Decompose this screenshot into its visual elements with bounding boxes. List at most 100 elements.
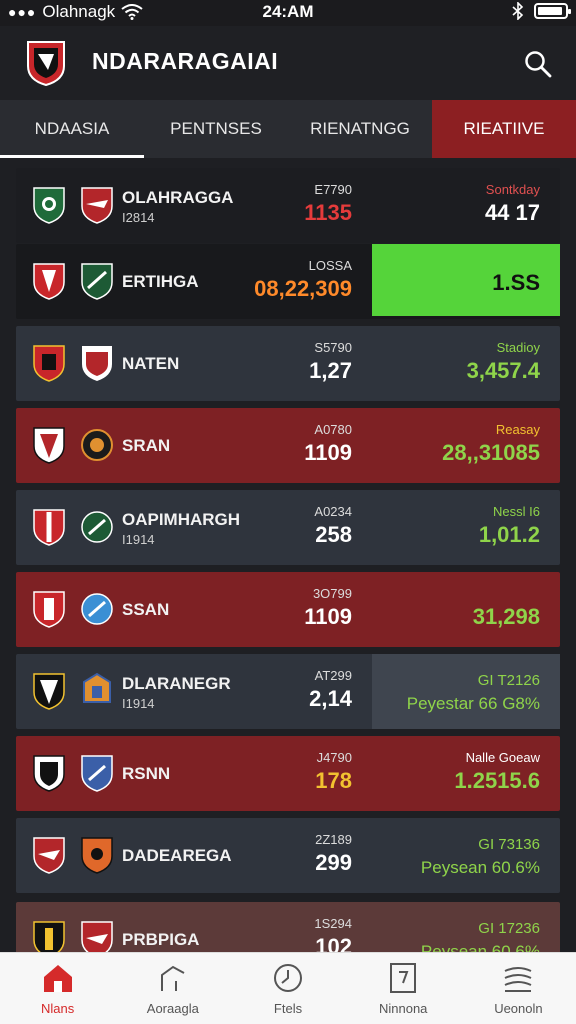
nav-label: Aoraagla: [146, 1001, 199, 1016]
tab-rienatngg[interactable]: RIENATNGG: [288, 100, 432, 158]
odds-value: 44 17: [484, 200, 540, 225]
tab-ndaasia[interactable]: NDAASIA: [0, 100, 144, 158]
odds-label: Reasay: [495, 422, 540, 437]
team-crest-icon: [33, 427, 65, 464]
team-name: OLAHRAGGA: [122, 188, 234, 207]
odds-label: Sontkday: [485, 182, 540, 197]
nav-stats[interactable]: Aoraagla: [115, 953, 230, 1024]
home-icon: [43, 965, 72, 992]
team-crest-icon: [33, 345, 65, 382]
nav-more[interactable]: Ueonoln: [461, 953, 576, 1024]
odds-value: Peysean 60.6%: [420, 942, 540, 952]
match-score: 1,27: [309, 358, 352, 383]
list-item[interactable]: PRBPIGA 1S294 102 GI 17236 Peysean 60.6%: [16, 902, 560, 952]
match-score: 2,14: [309, 686, 352, 711]
odds-label: Nalle Goeaw: [465, 750, 540, 765]
match-code: AT299: [314, 668, 352, 683]
nav-news[interactable]: Ninnona: [346, 953, 461, 1024]
document-icon: [390, 963, 417, 993]
tab-label: PENTNSES: [170, 119, 262, 138]
nav-label: Nlans: [40, 1001, 75, 1016]
status-bar: ●●● Olahnagk 24:AM: [0, 0, 576, 26]
team-crest-icon: [82, 346, 112, 381]
match-code: S5790: [314, 340, 352, 355]
team-crest-icon: [33, 263, 65, 300]
team-crest-icon: [81, 429, 113, 461]
match-code: 2Z189: [315, 832, 352, 847]
match-code: A0234: [314, 504, 352, 519]
layers-icon: [504, 967, 532, 992]
odds-label: GI T2126: [477, 672, 540, 689]
match-score: 1109: [304, 440, 352, 465]
match-score: 299: [315, 850, 352, 875]
tab-pentnses[interactable]: PENTNSES: [144, 100, 288, 158]
team-name: SRAN: [122, 436, 171, 455]
list-item[interactable]: SSAN 3O799 1109 31,298: [16, 572, 560, 647]
odds-value: 1,01.2: [478, 522, 540, 547]
list-item[interactable]: DADEAREGA 2Z189 299 GI 73136 Peysean 60.…: [16, 818, 560, 893]
nav-live[interactable]: Ftels: [230, 953, 345, 1024]
match-code: A0780: [314, 422, 352, 437]
odds-label: Nessl I6: [493, 504, 540, 519]
chart-icon: [160, 965, 185, 991]
team-crest-icon: [81, 263, 113, 300]
match-code: E7790: [314, 182, 352, 197]
odds-label: Stadioy: [496, 340, 540, 355]
team-crest-icon: [33, 591, 65, 628]
team-name: ERTIHGA: [122, 272, 199, 291]
odds-label: GI 73136: [478, 836, 540, 853]
team-sub: I1914: [122, 696, 155, 711]
app-title: NDARARAGAIAI: [92, 48, 279, 74]
nav-label: Ftels: [273, 1001, 303, 1016]
match-score: 08,22,309: [254, 276, 352, 301]
odds-value: 1.2515.6: [454, 768, 540, 793]
search-button[interactable]: [518, 44, 558, 84]
list-item[interactable]: OLAHRAGGA I2814 E7790 1135 Sontkday 44 1…: [16, 168, 560, 243]
team-name: RSNN: [122, 764, 171, 783]
team-crest-icon: [33, 673, 65, 710]
team-name: SSAN: [122, 600, 170, 619]
match-code: 1S294: [314, 916, 352, 931]
nav-home[interactable]: Nlans: [0, 953, 115, 1024]
list-item[interactable]: NATEN S5790 1,27 Stadioy 3,457.4: [16, 326, 560, 401]
odds-value: Peysean 60.6%: [420, 858, 540, 877]
list-item[interactable]: ERTIHGA LOSSA 08,22,309 1.SS: [16, 244, 560, 319]
list-item[interactable]: SRAN A0780 1109 Reasay 28,,31085: [16, 408, 560, 483]
app-logo: [27, 41, 65, 86]
odds-value: 3,457.4: [466, 358, 540, 383]
team-crest-icon: [33, 755, 65, 792]
nav-label: Ninnona: [378, 1001, 428, 1016]
list-item[interactable]: RSNN J4790 178 Nalle Goeaw 1.2515.6: [16, 736, 560, 811]
match-list: OLAHRAGGA I2814 E7790 1135 Sontkday 44 1…: [0, 160, 576, 952]
match-code: LOSSA: [308, 258, 352, 273]
battery-icon: [534, 3, 571, 19]
odds-highlight[interactable]: [372, 654, 560, 729]
tab-label: NDAASIA: [34, 119, 110, 138]
match-score: 258: [315, 522, 352, 547]
odds-value: Peyestar 66 G8%: [406, 694, 540, 713]
match-score: 102: [315, 934, 352, 952]
team-crest-icon: [81, 837, 113, 874]
team-crest-icon: [81, 511, 113, 543]
team-crest-icon: [33, 509, 65, 546]
odds-value: 1.SS: [492, 270, 540, 295]
status-time: 24:AM: [262, 2, 314, 21]
tab-label: RIEATIIVE: [463, 119, 545, 138]
team-name: OAPIMHARGH: [122, 510, 241, 529]
tab-rieatiive[interactable]: RIEATIIVE: [432, 100, 576, 158]
search-icon: [525, 51, 552, 78]
tab-label: RIENATNGG: [310, 119, 410, 138]
list-item[interactable]: OAPIMHARGH I1914 A0234 258 Nessl I6 1,01…: [16, 490, 560, 565]
match-code: 3O799: [312, 586, 352, 601]
team-crest-icon: [33, 837, 65, 874]
team-name: DADEAREGA: [122, 846, 232, 865]
odds-value: 31,298: [472, 604, 540, 629]
team-crest-icon: [81, 187, 113, 224]
team-sub: I2814: [122, 210, 155, 225]
match-code: J4790: [316, 750, 352, 765]
team-crest-icon: [81, 921, 113, 952]
odds-label: GI 17236: [478, 920, 540, 937]
team-name: NATEN: [122, 354, 180, 373]
list-item[interactable]: DLARANEGR I1914 AT299 2,14 GI T2126 Peye…: [16, 654, 560, 729]
match-score: 1109: [304, 604, 352, 629]
